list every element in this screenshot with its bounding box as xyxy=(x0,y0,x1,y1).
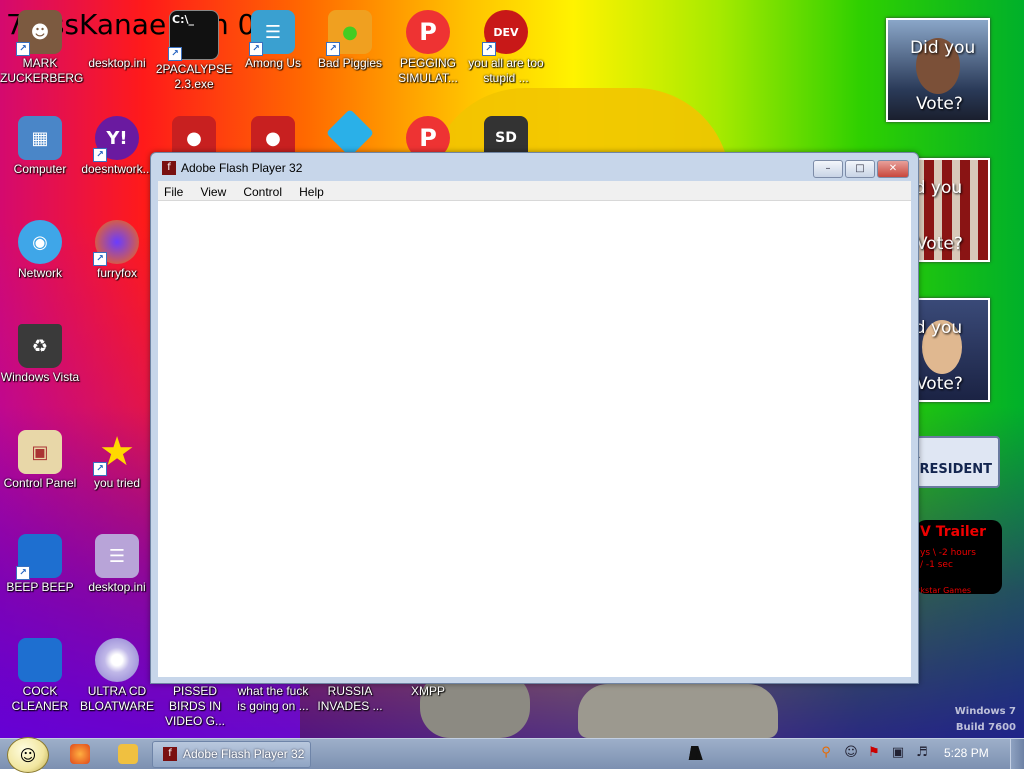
game-icon: ☰ ↗ xyxy=(249,10,295,56)
volume-tray-icon[interactable]: ♬ xyxy=(914,745,930,761)
person-icon: ☻ ↗ xyxy=(16,10,62,56)
flash-player-window[interactable]: f Adobe Flash Player 32 – □ ✕ File View … xyxy=(150,152,919,684)
network-icon: ◉ xyxy=(18,220,62,264)
p-logo-icon: P xyxy=(406,10,450,54)
recycle-bin-icon: ♻ xyxy=(18,324,62,368)
watermark-line1: Windows 7 xyxy=(954,706,1016,717)
search-tray-icon[interactable]: ⚲ xyxy=(818,745,834,761)
smiley-tray-icon[interactable]: ☺ xyxy=(843,745,859,761)
desktop-icon-2pacalypse[interactable]: C:\_ ↗ 2PACALYPSE 2.3.exe xyxy=(154,4,234,92)
desktop-icon-yahoo[interactable]: Y! ↗ doesntwork... xyxy=(77,110,157,177)
close-button[interactable]: ✕ xyxy=(877,160,909,178)
photo-obama: Did you Vote? xyxy=(886,18,990,122)
devcpp-icon: DEV ↗ xyxy=(482,10,528,56)
desktop-icon-beep-beep[interactable]: ↗ BEEP BEEP xyxy=(0,528,80,595)
taskbar: ☺ f Adobe Flash Player 32 ⚲ ☺ ⚑ ▣ ♬ 5:28… xyxy=(0,737,1024,773)
folder-quicklaunch-icon[interactable] xyxy=(118,744,138,764)
minimize-button[interactable]: – xyxy=(813,160,843,178)
desktop-icon-furryfox[interactable]: ↗ furryfox xyxy=(77,214,157,281)
diamond-icon xyxy=(325,108,375,158)
file-icon xyxy=(95,10,139,54)
desktop-icon-control-panel[interactable]: ▣ Control Panel xyxy=(0,424,80,491)
firefox-quicklaunch-icon[interactable] xyxy=(70,744,90,764)
menu-view[interactable]: View xyxy=(194,183,232,201)
control-panel-icon: ▣ xyxy=(18,430,62,474)
taskbar-item-flash-player[interactable]: f Adobe Flash Player 32 xyxy=(152,741,311,768)
blue-app-icon xyxy=(18,638,62,682)
window-title: Adobe Flash Player 32 xyxy=(181,161,303,175)
desktop-icon-desktop-ini-2[interactable]: ☰ desktop.ini xyxy=(77,528,157,595)
pig-icon: ● ↗ xyxy=(326,10,372,56)
menu-help[interactable]: Help xyxy=(293,183,330,201)
wallpaper-shape xyxy=(578,684,778,738)
clock[interactable]: 5:28 PM xyxy=(944,746,989,760)
star-icon: ★ ↗ xyxy=(93,429,139,476)
document-icon: ☰ xyxy=(95,534,139,578)
show-desktop-button[interactable] xyxy=(1010,739,1024,769)
firefox-icon: ↗ xyxy=(93,220,139,266)
desktop-icon-bad-piggies[interactable]: ● ↗ Bad Piggies xyxy=(310,4,390,71)
computer-icon: ▦ xyxy=(18,116,62,160)
desktop-icon-diamond[interactable] xyxy=(310,108,390,158)
cd-icon xyxy=(95,638,139,682)
yahoo-icon: Y! ↗ xyxy=(93,116,139,162)
desktop-icon-computer[interactable]: ▦ Computer xyxy=(0,110,80,177)
flash-logo-icon: f xyxy=(163,747,177,761)
menu-control[interactable]: Control xyxy=(237,183,288,201)
flag-tray-icon[interactable]: ⚑ xyxy=(866,745,882,761)
desktop-icon-desktop-ini[interactable]: desktop.ini xyxy=(77,4,157,71)
gadget-gta-trailer[interactable]: V Trailer ys \ -2 hours / -1 sec ckstar … xyxy=(916,520,1002,594)
menu-file[interactable]: File xyxy=(158,183,189,201)
desktop-icon-mark-zuckerberg[interactable]: ☻ ↗ MARK ZUCKERBERG xyxy=(0,4,83,86)
desktop-icon-ultra-cd[interactable]: ULTRA CD BLOATWARE xyxy=(77,632,157,714)
flash-content-area[interactable] xyxy=(158,200,911,677)
terminal-icon: C:\_ ↗ xyxy=(168,10,219,61)
desktop-icon-network[interactable]: ◉ Network xyxy=(0,214,80,281)
mouse-cursor-icon xyxy=(688,746,706,760)
gadget-president[interactable]: R PRESIDENT xyxy=(910,436,1000,488)
desktop-icon-cock-cleaner[interactable]: COCK CLEANER xyxy=(0,632,80,714)
gadget-vote-obama[interactable]: Did you Vote? xyxy=(886,18,990,122)
desktop-icon-pegging-simulator[interactable]: P PEGGING SIMULAT... xyxy=(388,4,468,86)
network-tray-icon[interactable]: ▣ xyxy=(890,745,906,761)
desktop-icon-windows-vista[interactable]: ♻ Windows Vista xyxy=(0,318,80,385)
blue-app-icon: ↗ xyxy=(16,534,62,580)
watermark-line2: Build 7600 xyxy=(955,722,1016,733)
menu-bar: File View Control Help xyxy=(158,181,911,200)
desktop-icon-among-us[interactable]: ☰ ↗ Among Us xyxy=(233,4,313,71)
desktop-icon-you-tried[interactable]: ★ ↗ you tried xyxy=(77,424,157,491)
window-titlebar[interactable]: f Adobe Flash Player 32 – □ ✕ xyxy=(151,153,918,181)
desktop-icon-dev-cpp[interactable]: DEV ↗ you all are too stupid ... xyxy=(466,4,546,86)
flash-logo-icon: f xyxy=(162,161,176,175)
maximize-button[interactable]: □ xyxy=(845,160,875,178)
